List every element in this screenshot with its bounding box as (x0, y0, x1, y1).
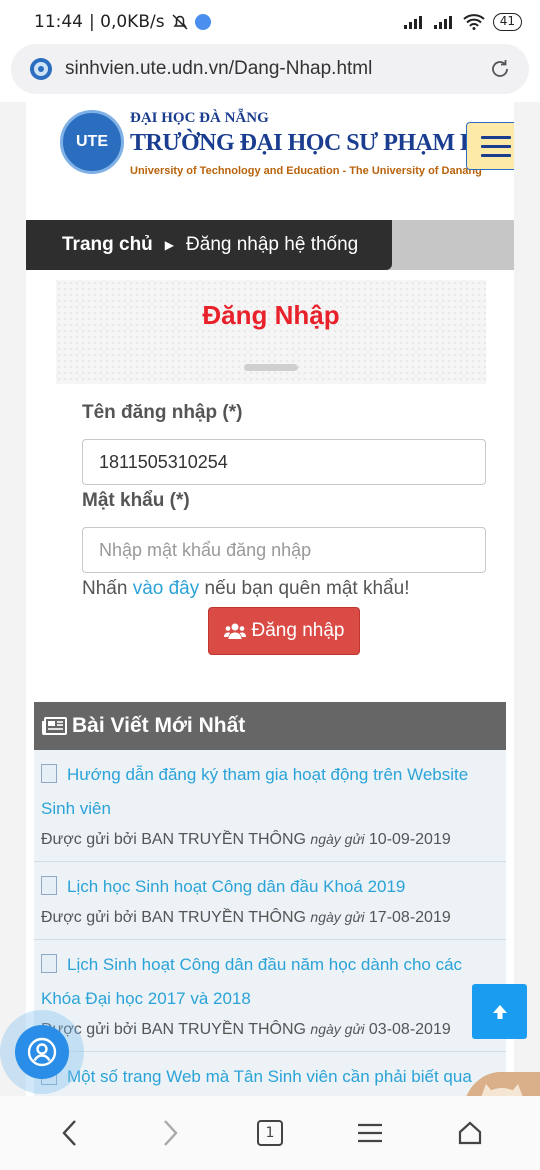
password-label: Mật khẩu (*) (82, 490, 190, 511)
menu-button[interactable] (340, 1103, 400, 1163)
university-english-name: University of Technology and Education -… (130, 165, 482, 177)
forgot-prefix: Nhấn (82, 578, 128, 599)
title-underline (244, 364, 298, 371)
network-speed: | 0,0KB/s (89, 12, 165, 32)
list-item: Một số trang Web mà Tân Sinh viên cần ph… (34, 1052, 506, 1096)
news-list: Hướng dẫn đăng ký tham gia hoạt động trê… (34, 750, 506, 1096)
signal-icon (403, 16, 422, 29)
breadcrumb: Trang chủ ▶ Đăng nhập hệ thống (26, 220, 392, 270)
news-meta: Được gửi bởi BAN TRUYỀN THÔNG ngày gửi 1… (41, 904, 500, 931)
page-margin-right (514, 102, 540, 1096)
chevron-left-icon (62, 1120, 76, 1146)
chevron-right-icon (164, 1120, 178, 1146)
login-title: Đăng Nhập (202, 300, 340, 330)
page-content: UTE ĐẠI HỌC ĐÀ NẴNG TRƯỜNG ĐẠI HỌC SƯ PH… (26, 102, 514, 1096)
status-bar: 11:44 | 0,0KB/s 41 (0, 0, 540, 44)
battery-indicator: 41 (492, 13, 522, 31)
news-title-link[interactable]: Lịch học Sinh hoạt Công dân đầu Khoá 201… (41, 870, 500, 904)
news-author: Được gửi bởi BAN TRUYỀN THÔNG (41, 909, 306, 926)
login-button-label: Đăng nhập (251, 620, 345, 641)
login-heading-box: Đăng Nhập (56, 280, 486, 384)
forgot-password-text: Nhấn vào đây nếu bạn quên mật khẩu! (82, 578, 409, 600)
news-date-label: ngày gửi (310, 831, 365, 847)
signal-2-icon (433, 16, 452, 29)
university-parent-name: ĐẠI HỌC ĐÀ NẴNG (130, 110, 269, 126)
forgot-password-link[interactable]: vào đây (133, 578, 200, 599)
newspaper-icon (42, 717, 67, 735)
wifi-icon (463, 14, 485, 30)
document-icon (41, 876, 57, 895)
news-date: 17-08-2019 (368, 909, 451, 926)
hamburger-bar (481, 135, 511, 139)
breadcrumb-current: Đăng nhập hệ thống (186, 234, 359, 255)
username-input[interactable]: 1811505310254 (82, 439, 486, 485)
news-date: 03-08-2019 (368, 1021, 451, 1038)
floating-account-button[interactable] (0, 1010, 84, 1094)
forgot-suffix: nếu bạn quên mật khẩu! (204, 578, 410, 599)
news-title-text[interactable]: Một số trang Web mà Tân Sinh viên cần ph… (67, 1067, 472, 1086)
hamburger-bar (481, 153, 511, 157)
arrow-up-icon (492, 1004, 507, 1019)
password-input[interactable]: Nhập mật khẩu đăng nhập (82, 527, 486, 573)
news-title-link[interactable]: Lịch Sinh hoạt Công dân đầu năm học dành… (41, 948, 500, 1016)
menu-toggle-button[interactable] (466, 122, 514, 170)
news-date: 10-09-2019 (368, 831, 451, 848)
reload-icon[interactable] (489, 58, 511, 80)
browser-bottom-nav: 1 (0, 1096, 540, 1170)
university-name: TRƯỜNG ĐẠI HỌC SƯ PHẠM KỸ THUẬT (130, 130, 514, 156)
home-button[interactable] (440, 1103, 500, 1163)
news-title-link[interactable]: Hướng dẫn đăng ký tham gia hoạt động trê… (41, 758, 500, 826)
site-favicon-icon (30, 58, 52, 80)
url-text[interactable]: sinhvien.ute.udn.vn/Dang-Nhap.html (65, 58, 372, 80)
news-author: Được gửi bởi BAN TRUYỀN THÔNG (41, 831, 306, 848)
news-section-title: Bài Viết Mới Nhất (72, 714, 246, 737)
page-margin-left (0, 102, 26, 1096)
site-header: UTE ĐẠI HỌC ĐÀ NẴNG TRƯỜNG ĐẠI HỌC SƯ PH… (26, 102, 514, 218)
username-label: Tên đăng nhập (*) (82, 402, 243, 423)
login-button[interactable]: Đăng nhập (208, 607, 360, 655)
news-date-label: ngày gửi (310, 909, 365, 925)
menu-icon (358, 1123, 382, 1143)
list-item: Lịch Sinh hoạt Công dân đầu năm học dành… (34, 940, 506, 1052)
news-meta: Được gửi bởi BAN TRUYỀN THÔNG ngày gửi 1… (41, 826, 500, 853)
messenger-icon (194, 14, 211, 30)
university-logo[interactable]: UTE (60, 110, 124, 174)
news-meta: Được gửi bởi BAN TRUYỀN THÔNG ngày gửi 0… (41, 1016, 500, 1043)
tab-count-badge: 1 (257, 1120, 283, 1146)
news-section-header: Bài Viết Mới Nhất (34, 702, 506, 750)
breadcrumb-home-link[interactable]: Trang chủ (62, 234, 153, 256)
list-item: Lịch học Sinh hoạt Công dân đầu Khoá 201… (34, 862, 506, 940)
scroll-to-top-button[interactable] (472, 984, 527, 1039)
news-title-link[interactable]: Một số trang Web mà Tân Sinh viên cần ph… (41, 1060, 500, 1094)
address-bar[interactable]: sinhvien.ute.udn.vn/Dang-Nhap.html (11, 44, 529, 94)
back-button[interactable] (40, 1103, 100, 1163)
news-title-text[interactable]: Lịch Sinh hoạt Công dân đầu năm học dành… (41, 955, 462, 1008)
list-item: Hướng dẫn đăng ký tham gia hoạt động trê… (34, 750, 506, 862)
forward-button[interactable] (140, 1103, 200, 1163)
account-bubble (15, 1025, 69, 1079)
news-title-text[interactable]: Lịch học Sinh hoạt Công dân đầu Khoá 201… (67, 877, 405, 896)
news-title-text[interactable]: Hướng dẫn đăng ký tham gia hoạt động trê… (41, 765, 468, 818)
hamburger-bar (481, 144, 511, 148)
user-icon (27, 1037, 57, 1067)
users-icon (223, 623, 246, 639)
document-icon (41, 954, 57, 973)
document-icon (41, 764, 57, 783)
tabs-button[interactable]: 1 (240, 1103, 300, 1163)
clock: 11:44 (34, 12, 83, 32)
caret-right-icon: ▶ (164, 238, 175, 252)
home-icon (458, 1121, 482, 1145)
news-date-label: ngày gửi (310, 1021, 365, 1037)
mute-bell-icon (172, 14, 188, 30)
